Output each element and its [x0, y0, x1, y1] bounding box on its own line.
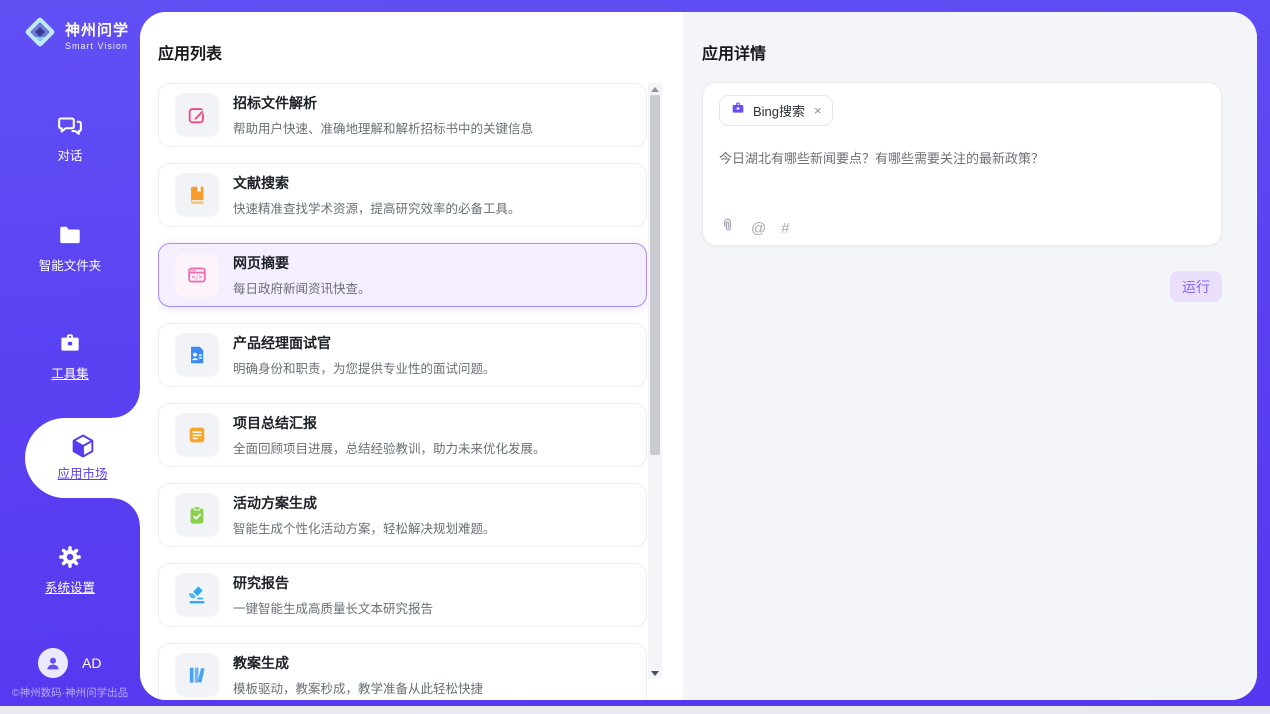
scrollbar[interactable]	[648, 83, 662, 679]
hashtag-icon[interactable]: #	[781, 221, 789, 236]
sidebar-item-label: 工具集	[51, 363, 89, 382]
app-item-text: 活动方案生成 智能生成个性化活动方案，轻松解决规划难题。	[233, 493, 496, 537]
sidebar-item-folder[interactable]: 智能文件夹	[0, 221, 140, 275]
app-item-title: 项目总结汇报	[233, 413, 546, 433]
chip-remove-icon[interactable]: ×	[814, 103, 822, 118]
app-detail-title: 应用详情	[702, 40, 766, 64]
brand-logo-icon	[22, 14, 58, 55]
app-list-item[interactable]: 项目总结汇报 全面回顾项目进展，总结经验教训，助力未来优化发展。	[158, 403, 647, 467]
app-item-text: 文献搜索 快速精准查找学术资源，提高研究效率的必备工具。	[233, 173, 521, 217]
app-item-text: 研究报告 一键智能生成高质量长文本研究报告	[233, 573, 433, 617]
app-item-title: 活动方案生成	[233, 493, 496, 513]
brand-text: 神州问学 Smart Vision	[65, 19, 129, 51]
app-item-description: 智能生成个性化活动方案，轻松解决规划难题。	[233, 518, 496, 537]
app-item-title: 研究报告	[233, 573, 433, 593]
app-item-title: 产品经理面试官	[233, 333, 496, 353]
briefcase-icon	[730, 100, 746, 121]
prompt-text[interactable]: 今日湖北有哪些新闻要点？有哪些需要关注的最新政策？	[719, 149, 1207, 169]
svg-text:</>: </>	[192, 274, 203, 281]
cube-icon	[25, 432, 140, 460]
sidebar-item-label: 智能文件夹	[39, 255, 102, 274]
sidebar-item-label: 对话	[57, 145, 82, 164]
app-list-panel: 应用列表 招标文件解析 帮助用户快速、准确地理解和解析招标书中的关键信息 文献搜…	[140, 12, 683, 700]
copyright-text: ©神州数码·神州问学出品	[0, 685, 140, 700]
sidebar-item-label: 系统设置	[45, 577, 95, 596]
microscope-icon	[175, 573, 219, 617]
app-item-description: 明确身份和职责，为您提供专业性的面试问题。	[233, 358, 496, 377]
tool-chip-label: Bing搜索	[753, 101, 805, 120]
attachment-icon[interactable]	[719, 217, 736, 239]
scrollbar-thumb[interactable]	[650, 95, 660, 455]
app-list-item[interactable]: </> 网页摘要 每日政府新闻资讯快查。	[158, 243, 647, 307]
scroll-up-arrow[interactable]	[648, 83, 662, 95]
sidebar-item-toolbox[interactable]: 工具集	[0, 329, 140, 383]
browser-code-icon: </>	[175, 253, 219, 297]
tab-curve-bottom	[112, 498, 140, 526]
brand-subtitle: Smart Vision	[65, 41, 129, 51]
app-item-text: 教案生成 模板驱动，教案秒成，教学准备从此轻松快捷	[233, 653, 483, 697]
page-edge	[0, 706, 1270, 714]
resume-person-icon	[175, 333, 219, 377]
app-list-item[interactable]: 活动方案生成 智能生成个性化活动方案，轻松解决规划难题。	[158, 483, 647, 547]
chat-icon	[0, 111, 140, 139]
clipboard-check-icon	[175, 493, 219, 537]
app-window: 神州问学 Smart Vision 对话 智能文件夹 工具集 应用市场 系统设置…	[0, 0, 1270, 714]
user-profile[interactable]: AD	[38, 648, 101, 678]
sidebar-item-chat[interactable]: 对话	[0, 111, 140, 165]
brand-name: 神州问学	[65, 19, 129, 40]
tool-chip[interactable]: Bing搜索 ×	[719, 95, 833, 126]
brand-logo: 神州问学 Smart Vision	[22, 14, 129, 55]
app-item-title: 招标文件解析	[233, 93, 533, 113]
app-item-text: 招标文件解析 帮助用户快速、准确地理解和解析招标书中的关键信息	[233, 93, 533, 137]
prompt-toolbar: @ #	[719, 217, 790, 239]
scroll-down-arrow[interactable]	[648, 667, 662, 679]
books-icon	[175, 653, 219, 697]
app-item-description: 全面回顾项目进展，总结经验教训，助力未来优化发展。	[233, 438, 546, 457]
app-list-item[interactable]: 教案生成 模板驱动，教案秒成，教学准备从此轻松快捷	[158, 643, 647, 700]
app-item-description: 一键智能生成高质量长文本研究报告	[233, 598, 433, 617]
sidebar-item-cube[interactable]: 应用市场	[25, 418, 140, 498]
app-item-text: 网页摘要 每日政府新闻资讯快查。	[233, 253, 371, 297]
user-initials: AD	[82, 655, 101, 671]
app-item-description: 帮助用户快速、准确地理解和解析招标书中的关键信息	[233, 118, 533, 137]
sidebar-item-label: 应用市场	[57, 463, 107, 482]
app-list-item[interactable]: 研究报告 一键智能生成高质量长文本研究报告	[158, 563, 647, 627]
book-icon	[175, 173, 219, 217]
app-list-item[interactable]: 招标文件解析 帮助用户快速、准确地理解和解析招标书中的关键信息	[158, 83, 647, 147]
app-item-text: 项目总结汇报 全面回顾项目进展，总结经验教训，助力未来优化发展。	[233, 413, 546, 457]
sidebar-item-gear[interactable]: 系统设置	[0, 543, 140, 597]
app-item-description: 快速精准查找学术资源，提高研究效率的必备工具。	[233, 198, 521, 217]
prompt-input[interactable]: Bing搜索 × 今日湖北有哪些新闻要点？有哪些需要关注的最新政策？ @ #	[702, 82, 1222, 246]
app-item-title: 文献搜索	[233, 173, 521, 193]
app-item-text: 产品经理面试官 明确身份和职责，为您提供专业性的面试问题。	[233, 333, 496, 377]
app-item-description: 模板驱动，教案秒成，教学准备从此轻松快捷	[233, 678, 483, 697]
app-item-title: 教案生成	[233, 653, 483, 673]
app-list: 招标文件解析 帮助用户快速、准确地理解和解析招标书中的关键信息 文献搜索 快速精…	[158, 83, 647, 700]
edit-icon	[175, 93, 219, 137]
app-list-item[interactable]: 文献搜索 快速精准查找学术资源，提高研究效率的必备工具。	[158, 163, 647, 227]
app-item-title: 网页摘要	[233, 253, 371, 273]
main-content: 应用列表 招标文件解析 帮助用户快速、准确地理解和解析招标书中的关键信息 文献搜…	[140, 12, 1257, 700]
app-detail-panel: 应用详情 Bing搜索 × 今日湖北有哪些新闻要点？有哪些需要关注的最新政策？	[683, 12, 1257, 700]
app-item-description: 每日政府新闻资讯快查。	[233, 278, 371, 297]
app-list-item[interactable]: 产品经理面试官 明确身份和职责，为您提供专业性的面试问题。	[158, 323, 647, 387]
avatar-icon	[38, 648, 68, 678]
tab-curve-top	[112, 390, 140, 418]
mention-icon[interactable]: @	[751, 221, 766, 236]
gear-icon	[0, 543, 140, 571]
sidebar: 神州问学 Smart Vision 对话 智能文件夹 工具集 应用市场 系统设置…	[0, 0, 140, 706]
run-button[interactable]: 运行	[1170, 271, 1222, 302]
app-list-title: 应用列表	[158, 40, 222, 64]
folder-icon	[0, 221, 140, 249]
notes-icon	[175, 413, 219, 457]
toolbox-icon	[0, 329, 140, 357]
